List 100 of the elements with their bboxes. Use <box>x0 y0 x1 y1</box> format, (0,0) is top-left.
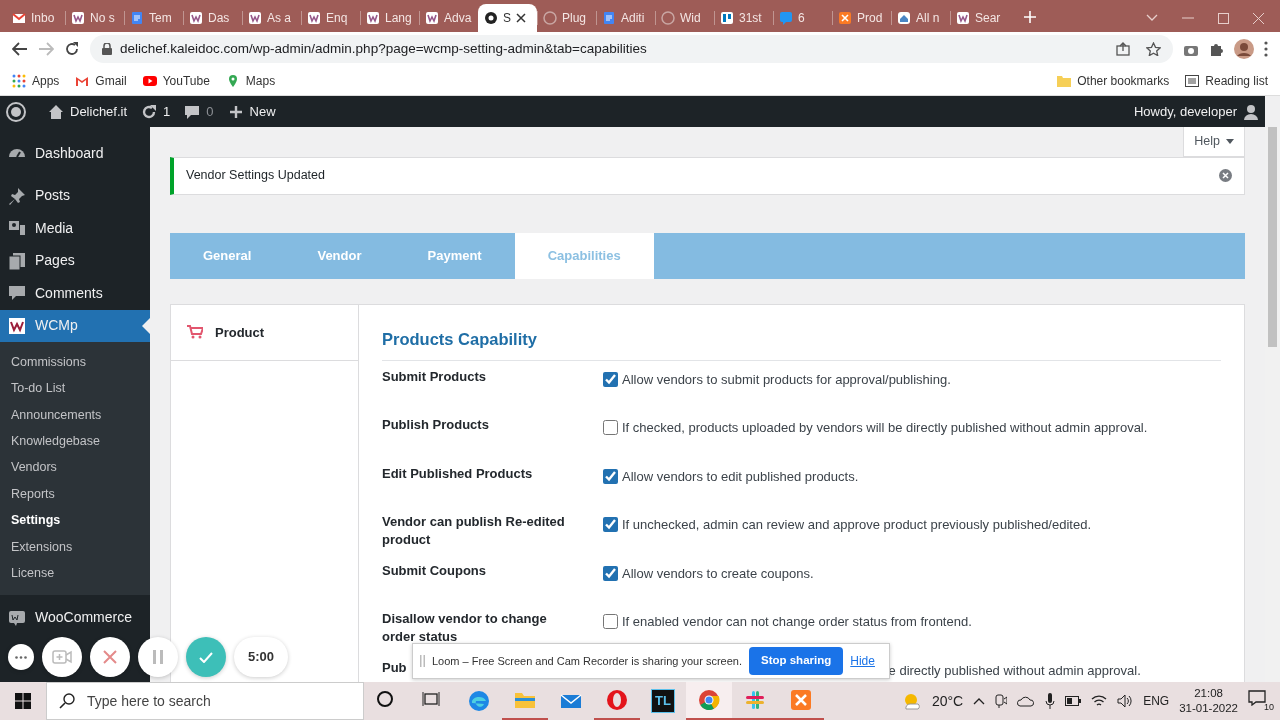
menu-item[interactable]: Pages <box>0 244 150 277</box>
menu-item[interactable]: Media <box>0 212 150 245</box>
lock-icon <box>102 43 112 55</box>
search-field[interactable]: Type here to search <box>46 682 364 720</box>
browser-tab[interactable]: 31st <box>714 4 773 32</box>
chat-icon <box>779 11 793 25</box>
menu-item[interactable]: Dashboard <box>0 137 150 170</box>
browser-tab[interactable]: Adva <box>419 4 478 32</box>
checkbox[interactable] <box>603 517 618 533</box>
browser-tab[interactable]: Plug <box>537 4 596 32</box>
browser-tab[interactable]: As a <box>242 4 301 32</box>
browser-tab[interactable]: Das <box>183 4 242 32</box>
media-icon <box>8 219 26 238</box>
browser-tab[interactable]: Lang <box>360 4 419 32</box>
reload-icon[interactable] <box>64 41 80 57</box>
new-tab-icon[interactable] <box>1023 10 1037 24</box>
checkbox[interactable] <box>603 565 618 581</box>
bookmark[interactable]: Gmail <box>75 71 127 90</box>
menu-item[interactable]: WCMp <box>0 309 150 342</box>
speaker-icon[interactable] <box>1117 694 1134 708</box>
browser-tab[interactable]: Tem <box>124 4 183 32</box>
checkbox[interactable] <box>603 420 618 436</box>
cloud-icon[interactable] <box>1017 695 1036 707</box>
comment-icon <box>184 103 201 120</box>
submenu-item[interactable]: Settings <box>0 507 150 534</box>
field-label: Vendor can publish Re-edited product <box>382 513 566 549</box>
avatar-icon[interactable] <box>1234 39 1254 59</box>
close-icon[interactable] <box>516 13 526 23</box>
star-icon[interactable] <box>1146 42 1161 56</box>
maximize-icon[interactable] <box>1218 12 1229 24</box>
checkbox[interactable] <box>603 371 618 387</box>
submenu-item[interactable]: Vendors <box>0 454 150 481</box>
address-bar[interactable]: delichef.kaleidoc.com/wp-admin/admin.php?page=wcmp-setting-admin&tab=capabilities <box>90 35 1173 63</box>
play-icon <box>142 73 157 88</box>
bookmark[interactable]: Apps <box>12 71 60 90</box>
chevron-up-icon[interactable] <box>973 697 986 705</box>
site-link[interactable]: Delichef.it <box>48 101 128 122</box>
account-menu[interactable]: Howdy, developer <box>1133 101 1259 122</box>
menu-item[interactable]: WooCommerce <box>0 602 150 633</box>
reading-list[interactable]: Reading list <box>1185 71 1268 90</box>
microphone-icon[interactable] <box>1045 693 1056 709</box>
sharing-message: Loom – Free Screen and Cam Recorder is sharing your screen. <box>432 653 742 669</box>
dismiss-icon[interactable] <box>1219 169 1232 183</box>
checkbox[interactable] <box>603 468 618 484</box>
browser-tab[interactable]: Enq <box>301 4 360 32</box>
submenu-item[interactable]: Extensions <box>0 533 150 561</box>
browser-tab[interactable]: 6 <box>773 4 832 32</box>
browser-tab[interactable]: Wid <box>655 4 714 32</box>
section-title: Products Capability <box>382 326 1221 361</box>
help-button[interactable]: Help <box>1183 127 1245 157</box>
wifi-icon[interactable] <box>1091 694 1108 708</box>
field-description: If enabled vendor can not change order status from frontend. <box>622 613 972 631</box>
browser-tab[interactable]: Aditi <box>596 4 655 32</box>
menu-item[interactable]: Posts <box>0 179 150 212</box>
plus-icon <box>227 103 244 120</box>
submenu-item[interactable]: Commissions <box>0 349 150 376</box>
share-icon[interactable] <box>1116 42 1130 56</box>
updates-link[interactable]: 1 <box>141 101 171 122</box>
camera-plus-icon <box>52 650 72 664</box>
back-icon[interactable] <box>12 42 28 56</box>
pages-icon <box>8 251 26 270</box>
submenu-item[interactable]: Announcements <box>0 401 150 429</box>
browser-tab[interactable]: No s <box>65 4 124 32</box>
meet-icon[interactable] <box>995 694 1008 708</box>
clock-time[interactable]: 21:08 <box>1194 686 1223 701</box>
browser-tab[interactable]: Sear <box>950 4 1009 32</box>
new-link[interactable]: New <box>227 101 276 122</box>
hide-link[interactable]: Hide <box>850 652 875 670</box>
field-label: Submit Products <box>382 367 487 386</box>
browser-tab[interactable]: S <box>478 4 537 32</box>
bookmark[interactable]: Maps <box>225 71 276 90</box>
notification-button[interactable]: 10 <box>1248 688 1274 714</box>
wordpress-logo-icon[interactable] <box>6 101 26 122</box>
browser-tab[interactable]: Prod <box>832 4 891 32</box>
chevron-down-icon[interactable] <box>1146 14 1158 22</box>
puzzle-icon[interactable] <box>1209 41 1224 57</box>
stop-sharing-button[interactable]: Stop sharing <box>749 647 844 675</box>
submenu-item[interactable]: Knowledgebase <box>0 428 150 455</box>
windows-icon <box>15 693 31 709</box>
notice-text: Vendor Settings Updated <box>186 167 325 185</box>
submenu-item[interactable]: Reports <box>0 480 150 508</box>
browser-tab[interactable]: Inbo <box>6 4 65 32</box>
apps-icon <box>12 73 26 88</box>
language-indicator[interactable]: ENG <box>1143 692 1170 710</box>
bookmark-folder[interactable]: Other bookmarks <box>1057 71 1170 90</box>
clock-date[interactable]: 31-01-2022 <box>1179 701 1238 716</box>
bookmark[interactable]: YouTube <box>142 71 210 90</box>
menu-item[interactable]: Comments <box>0 277 150 310</box>
submenu-item[interactable]: License <box>0 560 150 587</box>
battery-icon[interactable] <box>1065 696 1082 706</box>
submenu-item[interactable]: To-do List <box>0 375 150 402</box>
cart-icon <box>187 325 203 340</box>
taskbar-app[interactable]: TL <box>640 682 686 720</box>
notification-icon <box>1248 690 1266 706</box>
more-icon[interactable] <box>1264 41 1268 57</box>
browser-tab[interactable]: All n <box>891 4 950 32</box>
weather-widget[interactable]: 20°C <box>901 690 964 712</box>
comments-link[interactable]: 0 <box>184 101 214 122</box>
zigzag-icon <box>8 316 26 335</box>
checkbox[interactable] <box>603 614 618 630</box>
